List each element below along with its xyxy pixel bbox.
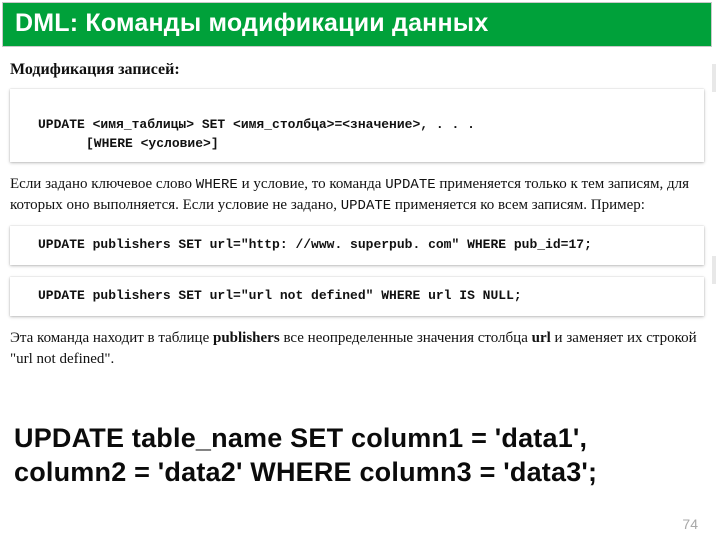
page-number: 74 <box>682 516 698 532</box>
keyword-update: UPDATE <box>385 177 435 193</box>
slide-header: DML: Команды модификации данных <box>2 2 712 47</box>
keyword-where: WHERE <box>196 177 238 193</box>
text-fragment: применяется ко всем записям. Пример: <box>391 197 645 213</box>
syntax-line-2: [WHERE <условие>] <box>38 135 692 154</box>
text-fragment: Эта команда находит в таблице <box>10 330 213 346</box>
big-sql-statement: UPDATE table_name SET column1 = 'data1',… <box>14 422 706 490</box>
decorative-tick <box>712 256 716 284</box>
text-fragment: и условие, то команда <box>238 176 385 192</box>
syntax-block: UPDATE <имя_таблицы> SET <имя_столбца>=<… <box>10 89 704 162</box>
slide-content: Модификация записей: UPDATE <имя_таблицы… <box>0 49 720 369</box>
text-fragment: все неопределенные значения столбца <box>280 330 532 346</box>
slide-title: DML: Команды модификации данных <box>15 9 699 38</box>
paragraph-where-explain: Если задано ключевое слово WHERE и услов… <box>10 174 704 217</box>
decorative-tick <box>712 64 716 92</box>
syntax-line-1: UPDATE <имя_таблицы> SET <имя_столбца>=<… <box>38 117 475 132</box>
keyword-update: UPDATE <box>341 198 391 214</box>
example-2: UPDATE publishers SET url="url not defin… <box>10 277 704 316</box>
paragraph-result-explain: Эта команда находит в таблице publishers… <box>10 328 704 369</box>
example-1: UPDATE publishers SET url="http: //www. … <box>10 226 704 265</box>
text-fragment: Если задано ключевое слово <box>10 176 196 192</box>
bold-url: url <box>532 330 551 346</box>
section-title: Модификация записей: <box>10 61 710 79</box>
bold-publishers: publishers <box>213 330 280 346</box>
